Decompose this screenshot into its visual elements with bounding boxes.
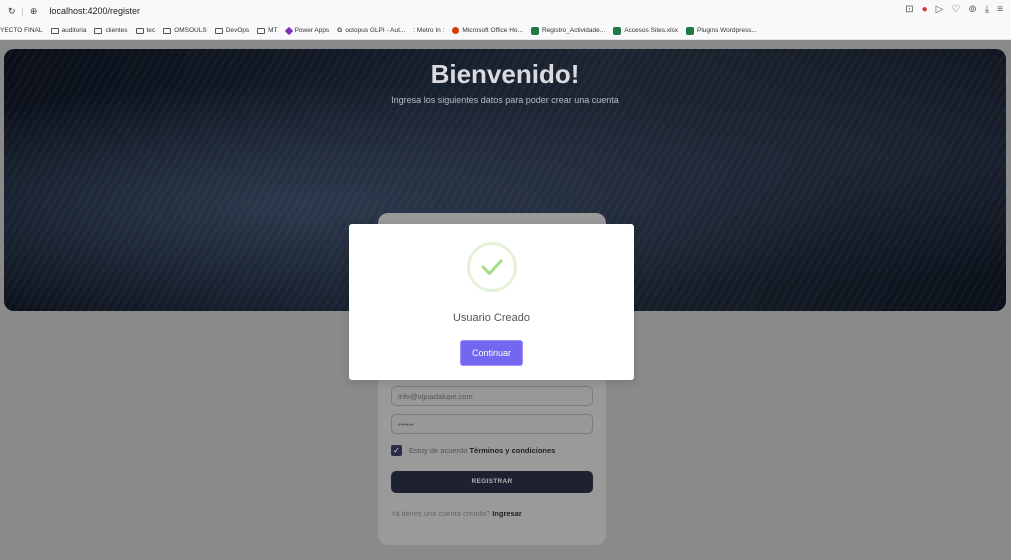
login-link[interactable]: Ingresar xyxy=(492,509,522,518)
bookmark-item[interactable]: auditoria xyxy=(50,27,86,34)
folder-icon xyxy=(94,27,103,34)
excel-icon xyxy=(613,26,622,35)
reload-icon[interactable]: ↻ xyxy=(8,6,16,17)
excel-icon xyxy=(686,26,695,35)
bookmark-item[interactable]: Microsoft Office Ho... xyxy=(452,27,523,34)
login-prompt: Ya tienes una cuenta creada? xyxy=(391,509,491,518)
folder-icon xyxy=(214,27,223,34)
modal-title: Usuario Creado xyxy=(452,312,531,324)
bookmark-item[interactable]: : Metro In : xyxy=(413,27,444,34)
bookmark-item[interactable]: Plugins Wordpress... xyxy=(686,26,757,35)
checkmark-icon xyxy=(481,259,503,275)
powerapps-icon xyxy=(284,26,293,35)
browser-toolbar: ↻ | ⊕ localhost:4200/register ⊡ ● ▷ ♡ ⊚ … xyxy=(0,0,1011,22)
bookmark-item[interactable]: OMSOULS xyxy=(163,27,207,34)
folder-icon xyxy=(50,27,59,34)
extension-icon[interactable]: ● xyxy=(922,4,928,15)
email-field[interactable]: info@vguadalupe.com xyxy=(391,386,593,406)
success-check-icon xyxy=(467,242,517,292)
bookmark-item[interactable]: tec xyxy=(135,27,155,34)
terms-link[interactable]: Términos y condiciones xyxy=(469,446,555,455)
folder-icon xyxy=(135,27,144,34)
address-bar[interactable]: localhost:4200/register xyxy=(49,6,140,16)
pocket-icon[interactable]: ♡ xyxy=(951,4,960,15)
excel-icon xyxy=(530,26,539,35)
toolbar-icons: ⊡ ● ▷ ♡ ⊚ ⤓ ≡ xyxy=(905,4,1003,15)
separator: | xyxy=(21,6,24,16)
glpi-icon: G xyxy=(337,27,343,34)
site-info-icon[interactable]: ⊕ xyxy=(30,6,38,17)
terms-row: ✓ Estoy de acuerdo Términos y condicione… xyxy=(391,445,555,456)
login-row: Ya tienes una cuenta creada? Ingresar xyxy=(391,509,522,518)
continue-button[interactable]: Continuar xyxy=(460,340,523,366)
bookmarks-bar: YECTO FINAL auditoria clientes tec OMSOU… xyxy=(0,22,1011,40)
folder-icon xyxy=(257,27,266,34)
screenshot-icon[interactable]: ⊡ xyxy=(905,4,913,15)
terms-label: Estoy de acuerdo xyxy=(409,446,468,455)
download-icon[interactable]: ⤓ xyxy=(985,4,989,15)
bookmark-item[interactable]: YECTO FINAL xyxy=(0,27,43,34)
register-button[interactable]: REGISTRAR xyxy=(391,471,593,493)
bookmark-item[interactable]: Accesos Sites.xlsx xyxy=(613,26,678,35)
page-subtitle: Ingresa los siguientes datos para poder … xyxy=(391,95,619,105)
menu-icon[interactable]: ≡ xyxy=(997,4,1003,15)
account-icon[interactable]: ⊚ xyxy=(968,4,976,15)
office-icon xyxy=(452,27,460,34)
terms-checkbox[interactable]: ✓ xyxy=(391,445,402,456)
bookmark-item[interactable]: DevOps xyxy=(214,27,249,34)
bookmark-item[interactable]: Registro_Actividade... xyxy=(530,26,605,35)
page-title: Bienvenido! xyxy=(430,59,580,89)
password-field[interactable]: •••••• xyxy=(391,414,593,434)
success-modal: Usuario Creado Continuar xyxy=(349,224,634,380)
bookmark-item[interactable]: clientes xyxy=(94,27,128,34)
play-icon[interactable]: ▷ xyxy=(936,4,944,15)
bookmark-item[interactable]: MT xyxy=(257,27,278,34)
bookmark-item[interactable]: Goctopus GLPI - Aut... xyxy=(337,27,405,34)
bookmark-item[interactable]: Power Apps xyxy=(284,26,329,35)
folder-icon xyxy=(163,27,172,34)
